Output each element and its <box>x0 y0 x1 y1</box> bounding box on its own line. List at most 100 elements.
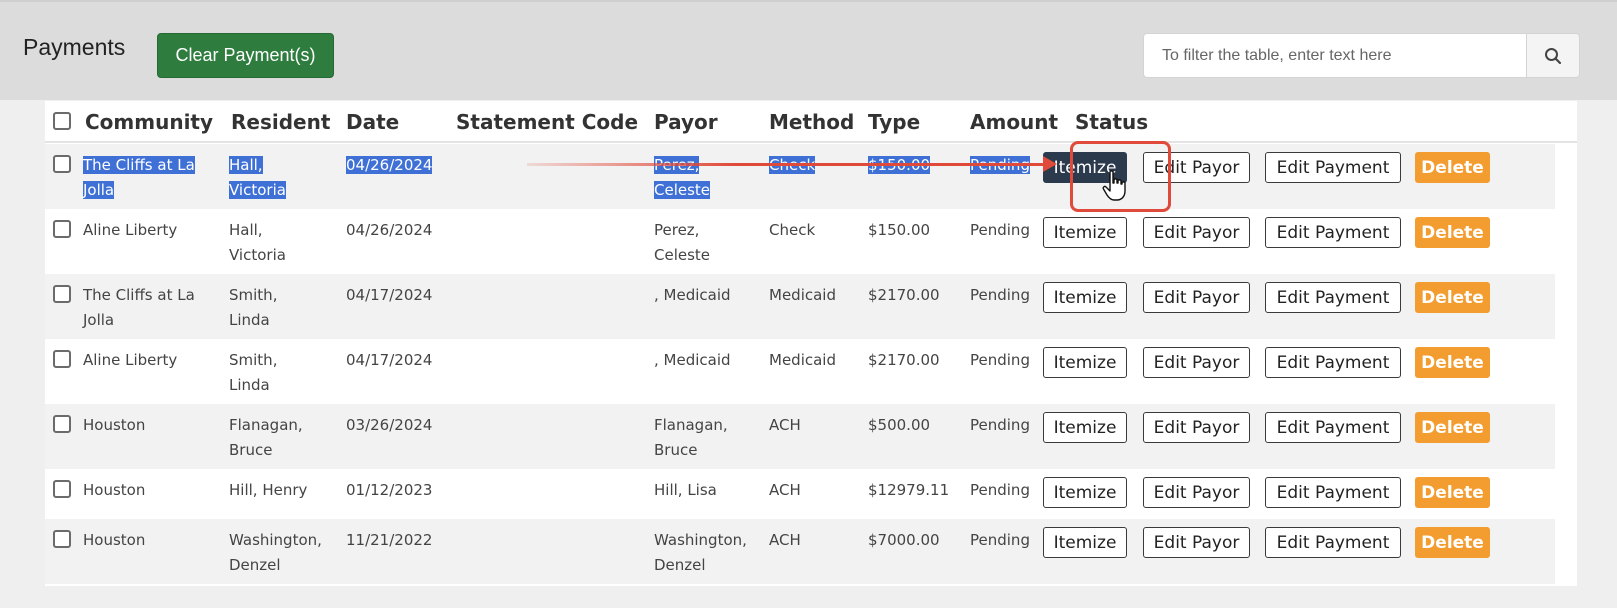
col-date[interactable]: Date <box>346 110 399 134</box>
edit-payor-button[interactable]: Edit Payor <box>1143 527 1250 558</box>
row-checkbox[interactable] <box>53 220 71 238</box>
cell-method: Medicaid <box>769 283 836 308</box>
cell-resident: Washington, Denzel <box>229 528 322 578</box>
cell-community-text: Houston <box>83 531 146 549</box>
cell-resident: Hall, Victoria <box>229 218 286 268</box>
edit-payor-button[interactable]: Edit Payor <box>1143 217 1250 248</box>
delete-button[interactable]: Delete <box>1415 477 1490 508</box>
col-amount[interactable]: Amount <box>970 110 1058 134</box>
row-checkbox[interactable] <box>53 480 71 498</box>
cell-payor: Hill, Lisa <box>654 478 717 503</box>
edit-payment-button[interactable]: Edit Payment <box>1265 217 1401 248</box>
page-header: Payments Clear Payment(s) <box>0 0 1617 100</box>
cell-community: Aline Liberty <box>83 218 177 243</box>
row-checkbox[interactable] <box>53 530 71 548</box>
col-resident[interactable]: Resident <box>231 110 330 134</box>
cell-type: $12979.11 <box>868 478 949 503</box>
col-type[interactable]: Type <box>868 110 920 134</box>
cell-method-text: ACH <box>769 481 801 499</box>
cell-amount: Pending <box>970 528 1030 553</box>
clear-payments-button[interactable]: Clear Payment(s) <box>157 33 334 78</box>
cell-method: ACH <box>769 528 801 553</box>
col-method[interactable]: Method <box>769 110 854 134</box>
cell-payor: Washington, Denzel <box>654 528 747 578</box>
payments-table: Community Resident Date Statement Code P… <box>45 101 1577 586</box>
edit-payment-button[interactable]: Edit Payment <box>1265 152 1401 183</box>
select-all-checkbox[interactable] <box>53 112 71 130</box>
cell-method-text: Medicaid <box>769 351 836 369</box>
edit-payment-button[interactable]: Edit Payment <box>1265 412 1401 443</box>
col-status[interactable]: Status <box>1075 110 1148 134</box>
delete-button[interactable]: Delete <box>1415 527 1490 558</box>
cell-resident-text: Denzel <box>229 556 281 574</box>
cell-type-text: $500.00 <box>868 416 931 434</box>
annotation-arrow <box>527 163 1047 166</box>
edit-payment-button[interactable]: Edit Payment <box>1265 347 1401 378</box>
cell-payor-text: Washington, <box>654 531 747 549</box>
cell-resident: Hill, Henry <box>229 478 307 503</box>
search-button[interactable] <box>1526 33 1580 78</box>
row-checkbox[interactable] <box>53 350 71 368</box>
cell-date: 04/26/2024 <box>346 218 432 243</box>
cell-community: Houston <box>83 528 145 553</box>
cell-date-text: 11/21/2022 <box>346 531 433 549</box>
cell-date: 11/21/2022 <box>346 528 432 553</box>
cell-resident-text: Victoria <box>229 246 286 264</box>
cell-amount: Pending <box>970 283 1030 308</box>
cell-type-text: $2170.00 <box>868 351 940 369</box>
itemize-button[interactable]: Itemize <box>1043 477 1127 508</box>
col-payor[interactable]: Payor <box>654 110 718 134</box>
cell-payor-text: Celeste <box>654 246 711 264</box>
edit-payor-button[interactable]: Edit Payor <box>1143 412 1250 443</box>
cell-method-text: ACH <box>769 531 801 549</box>
edit-payor-button[interactable]: Edit Payor <box>1143 477 1250 508</box>
cell-type-text: $12979.11 <box>868 481 950 499</box>
cell-amount: Pending <box>970 348 1030 373</box>
cell-method: ACH <box>769 413 801 438</box>
delete-button[interactable]: Delete <box>1415 347 1490 378</box>
cell-payor-text: Celeste <box>654 181 711 199</box>
table-row: The Cliffs at La Jolla Smith, Linda 04/17/20… <box>45 274 1555 339</box>
cell-community-text: Aline Liberty <box>83 221 178 239</box>
itemize-button[interactable]: Itemize <box>1043 527 1127 558</box>
col-community[interactable]: Community <box>85 110 213 134</box>
cell-amount-text: Pending <box>970 481 1030 499</box>
cell-amount: Pending <box>970 413 1030 438</box>
itemize-button[interactable]: Itemize <box>1043 347 1127 378</box>
cell-community-text: Houston <box>83 481 146 499</box>
delete-button[interactable]: Delete <box>1415 152 1490 183</box>
edit-payor-button[interactable]: Edit Payor <box>1143 347 1250 378</box>
edit-payment-button[interactable]: Edit Payment <box>1265 282 1401 313</box>
row-checkbox[interactable] <box>53 155 71 173</box>
row-checkbox[interactable] <box>53 285 71 303</box>
cell-method: Medicaid <box>769 348 836 373</box>
table-row: Aline Liberty Smith, Linda 04/17/2024 , Medi… <box>45 339 1555 404</box>
table-row: Houston Washington, Denzel 11/21/2022 Washin… <box>45 519 1555 584</box>
cell-resident-text: Linda <box>229 376 270 394</box>
cell-community: Houston <box>83 413 145 438</box>
edit-payment-button[interactable]: Edit Payment <box>1265 527 1401 558</box>
col-statement-code[interactable]: Statement Code <box>456 110 638 134</box>
cell-community-text: Aline Liberty <box>83 351 178 369</box>
cell-payor-text: Bruce <box>654 441 698 459</box>
cell-payor-text: Flanagan, <box>654 416 728 434</box>
delete-button[interactable]: Delete <box>1415 217 1490 248</box>
row-checkbox[interactable] <box>53 415 71 433</box>
table-row: The Cliffs at La Jolla Hall, Victoria 04/26/… <box>45 144 1555 209</box>
delete-button[interactable]: Delete <box>1415 282 1490 313</box>
edit-payment-button[interactable]: Edit Payment <box>1265 477 1401 508</box>
cell-community: Aline Liberty <box>83 348 177 373</box>
cell-resident-text: Washington, <box>229 531 322 549</box>
cell-type-text: $150.00 <box>868 221 931 239</box>
itemize-button[interactable]: Itemize <box>1043 282 1127 313</box>
edit-payor-button[interactable]: Edit Payor <box>1143 282 1250 313</box>
itemize-button[interactable]: Itemize <box>1043 217 1127 248</box>
cell-date: 01/12/2023 <box>346 478 432 503</box>
cell-amount-text: Pending <box>970 286 1030 304</box>
search-input[interactable] <box>1143 33 1526 78</box>
cell-date-text: 04/26/2024 <box>346 156 433 174</box>
cell-resident: Smith, Linda <box>229 348 277 398</box>
itemize-button[interactable]: Itemize <box>1043 412 1127 443</box>
cell-date: 04/17/2024 <box>346 283 432 308</box>
delete-button[interactable]: Delete <box>1415 412 1490 443</box>
